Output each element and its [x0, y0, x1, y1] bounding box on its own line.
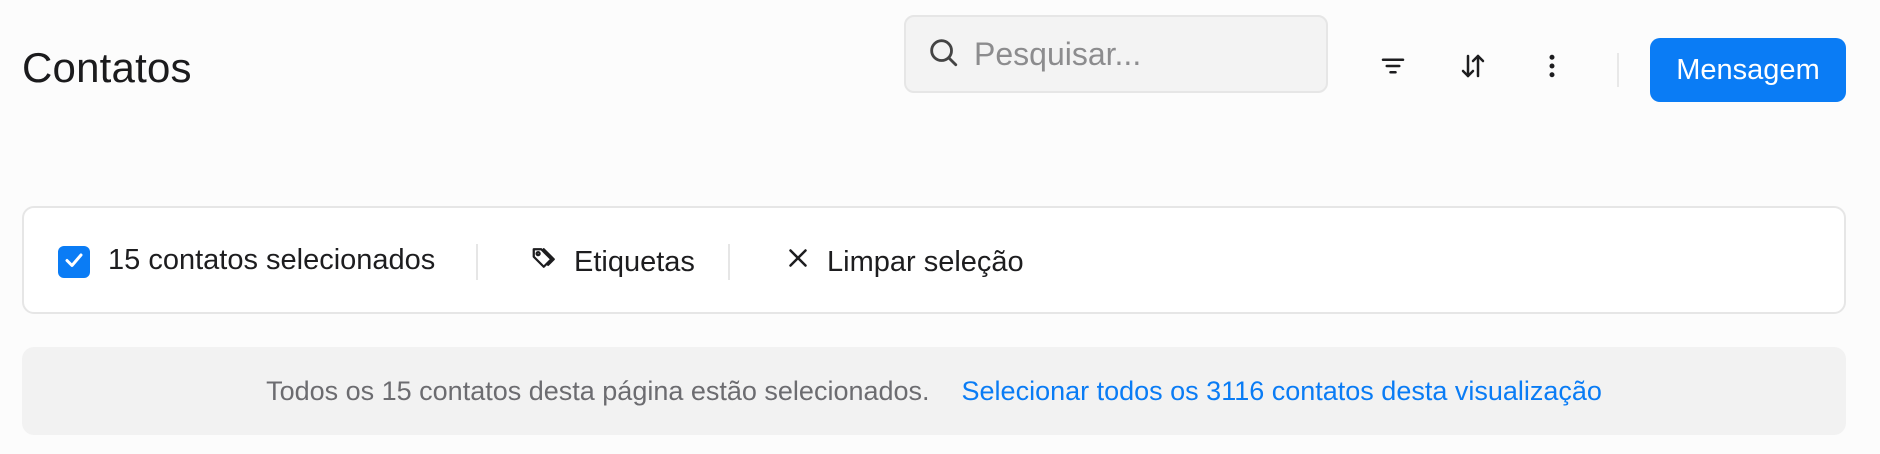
selection-bar: 15 contatos selecionados Etiquetas Limpa [22, 206, 1846, 314]
selection-divider [476, 244, 478, 280]
selected-count: 15 contatos selecionados [108, 244, 436, 276]
tag-icon [530, 243, 560, 281]
sort-icon [1458, 51, 1488, 86]
checkmark-icon [62, 248, 86, 277]
message-button[interactable]: Mensagem [1650, 38, 1846, 102]
select-all-link[interactable]: Selecionar todos os 3116 contatos desta … [962, 376, 1602, 407]
clear-selection-label: Limpar seleção [827, 245, 1024, 278]
select-all-checkbox[interactable] [58, 246, 90, 278]
selection-divider [728, 244, 730, 280]
search-input[interactable] [974, 35, 1304, 73]
more-options-button[interactable] [1529, 45, 1575, 91]
tags-button[interactable]: Etiquetas [516, 234, 695, 290]
close-icon [783, 243, 813, 281]
selection-info-text: Todos os 15 contatos desta página estão … [266, 375, 930, 406]
filter-icon [1378, 51, 1408, 86]
sort-button[interactable] [1450, 45, 1496, 91]
clear-selection-button[interactable]: Limpar seleção [769, 234, 1024, 290]
search-box[interactable] [904, 15, 1328, 93]
contacts-page: Contatos Pesquisar... Mensagem 15 contat… [0, 0, 1880, 454]
more-vertical-icon [1537, 51, 1567, 86]
header-divider [1617, 53, 1619, 87]
tags-label: Etiquetas [574, 245, 695, 278]
selection-info-banner: Todos os 15 contatos desta página estão … [22, 347, 1846, 435]
page-title: Contatos [22, 44, 192, 91]
search-icon [926, 35, 960, 74]
filter-button[interactable] [1370, 45, 1416, 91]
